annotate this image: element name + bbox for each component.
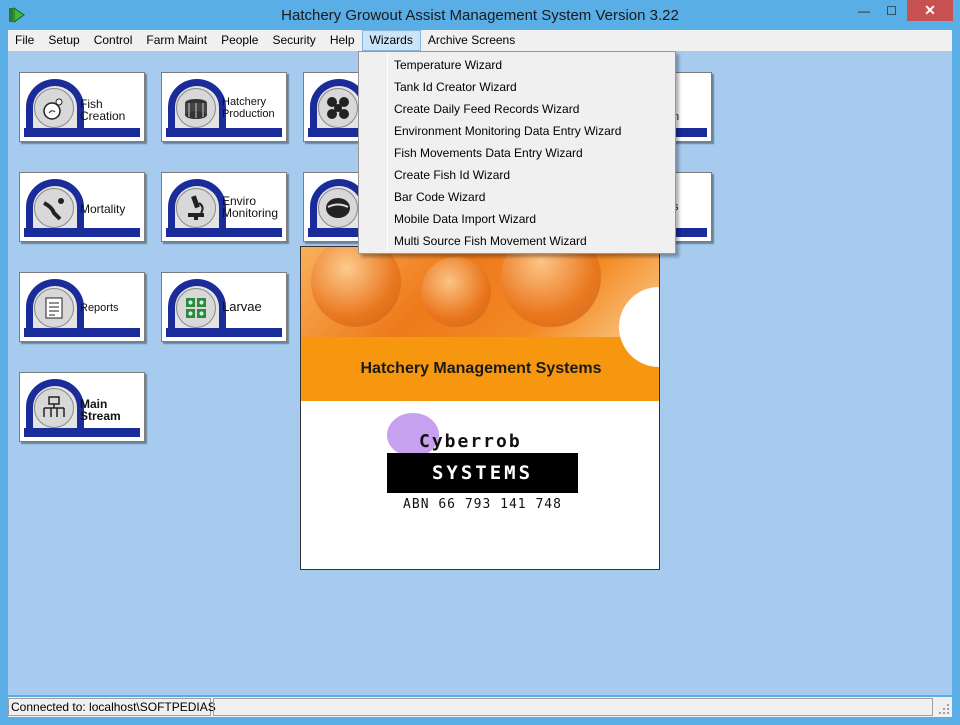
tile-stripe (24, 128, 140, 137)
maximize-icon: ☐ (886, 3, 897, 18)
company-suffix: SYSTEMS (387, 453, 578, 493)
tile-label: Enviro Monitoring (222, 194, 279, 220)
tile-label: Larvae (222, 299, 262, 314)
larvae-icon (176, 288, 216, 328)
tile-stripe (166, 228, 282, 237)
company-abn: ABN 66 793 141 748 (403, 497, 562, 512)
minimize-button[interactable]: — (850, 0, 878, 21)
wizards-dropdown-menu: Temperature Wizard Tank Id Creator Wizar… (358, 51, 676, 254)
menu-item-tank-id-creator-wizard[interactable]: Tank Id Creator Wizard (361, 76, 673, 98)
menu-bar: File Setup Control Farm Maint People Sec… (8, 30, 952, 51)
tile-label: n (673, 111, 680, 123)
hatchery-production-button[interactable]: Hatchery Production (161, 72, 287, 142)
microscope-icon (176, 188, 216, 228)
connection-status: Connected to: localhost\SOFTPEDIAS (8, 698, 216, 716)
report-icon (34, 288, 74, 328)
status-panel (213, 698, 933, 716)
menu-item-create-fish-id-wizard[interactable]: Create Fish Id Wizard (361, 164, 673, 186)
menu-archive-screens[interactable]: Archive Screens (421, 30, 522, 51)
tank-icon (176, 88, 216, 128)
main-stream-button[interactable]: Main Stream (19, 372, 145, 442)
menu-setup[interactable]: Setup (41, 30, 86, 51)
menu-security[interactable]: Security (265, 30, 322, 51)
cells-icon (318, 88, 358, 128)
fish-creation-button[interactable]: Fish Creation (19, 72, 145, 142)
menu-item-environment-monitoring-wizard[interactable]: Environment Monitoring Data Entry Wizard (361, 120, 673, 142)
enviro-monitoring-button[interactable]: Enviro Monitoring (161, 172, 287, 242)
menu-wizards[interactable]: Wizards (361, 30, 421, 51)
resize-grip-icon[interactable] (938, 703, 950, 715)
menu-item-bar-code-wizard[interactable]: Bar Code Wizard (361, 186, 673, 208)
tile-stripe (24, 328, 140, 337)
menu-item-temperature-wizard[interactable]: Temperature Wizard (361, 54, 673, 76)
close-button[interactable]: ✕ (907, 0, 953, 21)
minimize-icon: — (858, 3, 870, 18)
hierarchy-icon (34, 388, 74, 428)
menu-item-mobile-data-import-wizard[interactable]: Mobile Data Import Wizard (361, 208, 673, 230)
close-icon: ✕ (924, 2, 936, 18)
company-logo-area: Cyberrob SYSTEMS ABN 66 793 141 748 (301, 401, 659, 569)
menu-file[interactable]: File (8, 30, 41, 51)
tile-stripe (166, 128, 282, 137)
tile-label: Mortality (80, 202, 126, 216)
tile-stripe (166, 328, 282, 337)
tile-stripe (24, 428, 140, 437)
company-name: Cyberrob (419, 431, 522, 452)
menu-item-fish-movements-wizard[interactable]: Fish Movements Data Entry Wizard (361, 142, 673, 164)
tile-label: Main Stream (80, 397, 121, 423)
tile-label: Hatchery Production (222, 96, 275, 120)
menu-control[interactable]: Control (87, 30, 140, 51)
menu-item-create-daily-feed-records-wizard[interactable]: Create Daily Feed Records Wizard (361, 98, 673, 120)
tile-label: s (673, 201, 737, 213)
status-bar: Connected to: localhost\SOFTPEDIAS (8, 697, 952, 717)
menu-people[interactable]: People (214, 30, 265, 51)
fish-egg-icon (34, 88, 74, 128)
tile-label: Reports (80, 302, 119, 314)
reports-button[interactable]: Reports (19, 272, 145, 342)
menu-help[interactable]: Help (323, 30, 362, 51)
larvae-button[interactable]: Larvae (161, 272, 287, 342)
tile-label: Fish Creation (80, 97, 126, 123)
app-window: Hatchery Growout Assist Management Syste… (0, 0, 960, 725)
splash-banner-image (301, 247, 659, 337)
fish-icon (318, 188, 358, 228)
title-bar[interactable]: Hatchery Growout Assist Management Syste… (0, 0, 960, 30)
tile-stripe (24, 228, 140, 237)
maximize-button[interactable]: ☐ (878, 0, 905, 21)
menu-farm-maint[interactable]: Farm Maint (139, 30, 214, 51)
dead-fish-icon (34, 188, 74, 228)
menu-item-multi-source-fish-movement-wizard[interactable]: Multi Source Fish Movement Wizard (361, 230, 673, 252)
splash-panel: Hatchery Management Systems Cyberrob SYS… (300, 246, 660, 570)
mortality-button[interactable]: Mortality (19, 172, 145, 242)
splash-title: Hatchery Management Systems (301, 337, 659, 401)
window-title: Hatchery Growout Assist Management Syste… (281, 7, 679, 24)
